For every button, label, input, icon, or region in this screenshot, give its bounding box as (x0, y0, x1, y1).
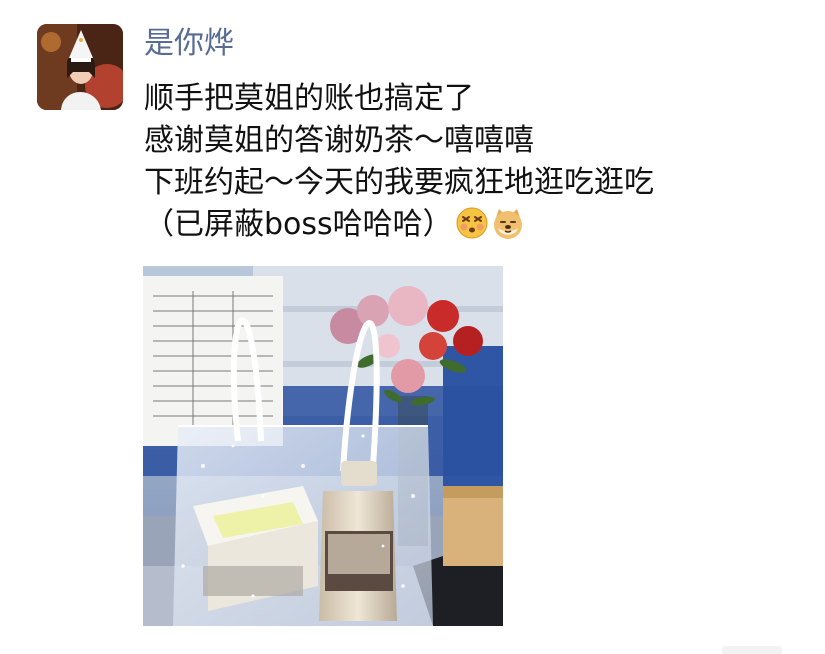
post-text-line: 感谢莫姐的答谢奶茶～嘻嘻嘻 (144, 123, 534, 158)
doge-emoji-icon (493, 209, 522, 239)
dizzy-face-emoji-icon (456, 207, 488, 239)
post-text-line: 顺手把莫姐的账也搞定了 (144, 81, 474, 116)
user-avatar[interactable] (37, 24, 123, 110)
post-text-line-with-emoji: （已屏蔽boss哈哈哈） (144, 204, 804, 246)
avatar-image (37, 24, 123, 110)
post-text-line: 下班约起～今天的我要疯狂地逛吃逛吃 (144, 165, 654, 200)
post-photo[interactable] (143, 266, 503, 626)
photo-image (143, 266, 503, 626)
post-username[interactable]: 是你烨 (144, 24, 234, 64)
comment-toggle-button[interactable] (722, 646, 782, 654)
post-text: 顺手把莫姐的账也搞定了 感谢莫姐的答谢奶茶～嘻嘻嘻 下班约起～今天的我要疯狂地逛… (144, 78, 804, 246)
post-text-segment: （已屏蔽boss哈哈哈） (144, 207, 453, 242)
